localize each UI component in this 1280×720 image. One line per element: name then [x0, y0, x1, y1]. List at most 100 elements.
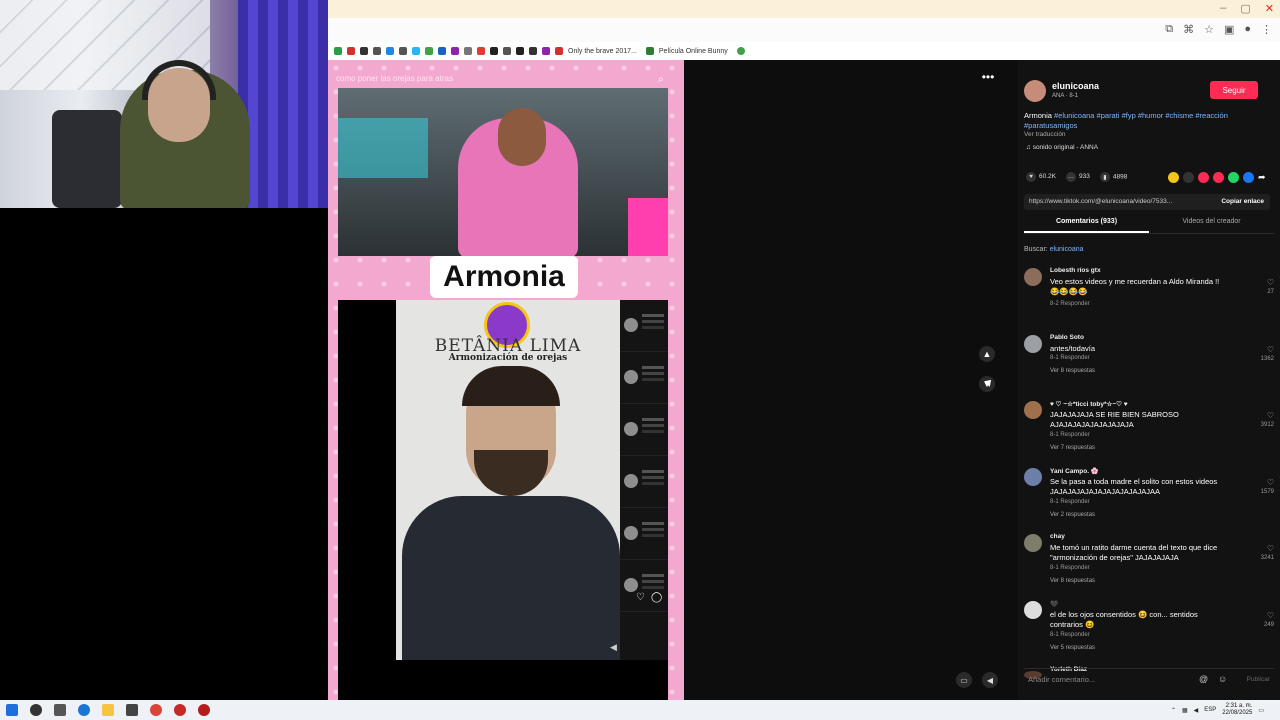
save-stat[interactable]: ▮ 4898: [1099, 172, 1127, 182]
tab-comments[interactable]: Comentarios (933): [1024, 218, 1149, 233]
bookmark-icon[interactable]: [464, 47, 472, 55]
bookmark-star-icon[interactable]: ☆: [1204, 23, 1214, 36]
avatar[interactable]: [1024, 534, 1042, 552]
comment-username[interactable]: 🖤: [1050, 600, 1058, 608]
comment-stat[interactable]: … 933: [1066, 172, 1090, 182]
network-icon[interactable]: ▦: [1182, 707, 1188, 714]
avatar[interactable]: [1024, 80, 1046, 102]
close-icon[interactable]: ✕: [1265, 2, 1274, 15]
facebook-icon[interactable]: [1243, 172, 1254, 183]
view-replies[interactable]: Ver 8 respuestas: [1050, 368, 1095, 374]
bookmark-icon[interactable]: [347, 47, 355, 55]
hashtags[interactable]: #elunicoana #parati #fyp #humor #chisme …: [1024, 111, 1228, 130]
chevron-up-icon[interactable]: ▲: [979, 346, 995, 362]
like-stat[interactable]: ♥ 60.2K: [1026, 172, 1056, 182]
translate-icon[interactable]: ⌘: [1183, 23, 1194, 36]
coin-icon[interactable]: [1168, 172, 1179, 183]
obs-icon[interactable]: [198, 704, 210, 716]
heart-icon[interactable]: ♡: [1267, 278, 1274, 287]
bookmark-icon[interactable]: [451, 47, 459, 55]
heart-icon[interactable]: ♡: [1267, 611, 1274, 620]
notifications-icon[interactable]: ▭: [1258, 707, 1264, 714]
comment-username[interactable]: Yani Campo. 🌸: [1050, 467, 1099, 475]
maximize-icon[interactable]: ▢: [1240, 2, 1250, 15]
send-icon[interactable]: [1198, 172, 1209, 183]
video-player[interactable]: como poner las orejas para atras ⌕ Armon…: [328, 60, 684, 700]
comment-username[interactable]: Pablo Soto: [1050, 334, 1084, 341]
bookmark-icon[interactable]: [334, 47, 342, 55]
bookmark-icon[interactable]: [736, 47, 745, 55]
comment-input[interactable]: Añadir comentario...: [1028, 675, 1095, 684]
comment-meta[interactable]: 8-2 Responder: [1050, 301, 1090, 307]
bookmark-icon[interactable]: [555, 47, 563, 55]
heart-icon[interactable]: ♡: [1267, 478, 1274, 487]
bookmark-icon[interactable]: [477, 47, 485, 55]
windows-start-icon[interactable]: [6, 704, 18, 716]
sound-link[interactable]: ♫ sonido original - ANNA: [1026, 144, 1098, 151]
whatsapp-icon[interactable]: [1228, 172, 1239, 183]
view-replies[interactable]: Ver 2 respuestas: [1050, 512, 1095, 518]
bookmark-icon[interactable]: [503, 47, 511, 55]
pip-icon[interactable]: ▭: [956, 672, 972, 688]
task-view-icon[interactable]: [54, 704, 66, 716]
comment-meta[interactable]: 8-1 Responder: [1050, 355, 1090, 361]
bookmark-icon[interactable]: [645, 47, 654, 55]
bookmark-icon[interactable]: [373, 47, 381, 55]
bookmark-icon[interactable]: [412, 47, 420, 55]
mention-icon[interactable]: @: [1199, 674, 1208, 684]
clock[interactable]: 2:31 a. m. 22/08/2025: [1222, 703, 1252, 717]
volume-icon[interactable]: ◀: [1194, 707, 1199, 714]
search-query[interactable]: elunicoana: [1050, 246, 1084, 253]
avatar[interactable]: [1024, 467, 1042, 486]
follow-button[interactable]: Seguir: [1210, 81, 1258, 99]
comment-username[interactable]: chay: [1050, 533, 1065, 540]
speaker-icon[interactable]: ◀: [982, 672, 998, 688]
bookmark-icon[interactable]: [386, 47, 394, 55]
comment-meta[interactable]: 8-1 Responder: [1050, 432, 1090, 438]
heart-icon[interactable]: ♡: [1267, 345, 1274, 354]
publish-button[interactable]: Publicar: [1247, 676, 1270, 683]
lang-indicator[interactable]: ESP: [1204, 707, 1216, 713]
chrome-active-icon[interactable]: [174, 704, 186, 716]
comment-meta[interactable]: 8-1 Responder: [1050, 499, 1090, 505]
bookmark-icon[interactable]: [516, 47, 524, 55]
share-arrow-icon[interactable]: ➦: [1258, 172, 1269, 183]
avatar[interactable]: [1024, 268, 1042, 286]
chrome-icon[interactable]: [150, 704, 162, 716]
avatar[interactable]: [1024, 401, 1042, 419]
embed-icon[interactable]: [1183, 172, 1194, 183]
repost-icon[interactable]: [1213, 172, 1224, 183]
avatar[interactable]: [1024, 334, 1042, 353]
menu-kebab-icon[interactable]: ⋮: [1261, 23, 1272, 36]
view-replies[interactable]: Ver 7 respuestas: [1050, 445, 1095, 451]
bookmark-icon[interactable]: [438, 47, 446, 55]
bookmark-label[interactable]: Película Online Bunny: [659, 48, 728, 55]
bookmark-icon[interactable]: [425, 47, 433, 55]
comment-username[interactable]: Lobesth ríos gtx: [1050, 267, 1101, 274]
view-replies[interactable]: Ver 5 respuestas: [1050, 645, 1095, 651]
bookmark-icon[interactable]: [360, 47, 368, 55]
avatar[interactable]: [1024, 600, 1042, 619]
profile-icon[interactable]: ●: [1244, 23, 1251, 36]
sound-label[interactable]: sonido original - ANNA: [1033, 144, 1098, 151]
tab-creator-videos[interactable]: Videos del creador: [1149, 218, 1274, 233]
bookmark-icon[interactable]: [399, 47, 407, 55]
comment-username[interactable]: ♥ ♡ ~☆*ticci toby*☆~♡ ♥: [1050, 400, 1128, 408]
heart-icon[interactable]: ♡: [1267, 544, 1274, 553]
bookmark-label[interactable]: Only the brave 2017...: [568, 48, 637, 55]
bookmark-icon[interactable]: [542, 47, 550, 55]
view-replies[interactable]: Ver 8 respuestas: [1050, 578, 1095, 584]
bookmark-icon[interactable]: [490, 47, 498, 55]
file-explorer-icon[interactable]: [102, 704, 114, 716]
copy-link-button[interactable]: Copiar enlace: [1221, 194, 1264, 210]
screen-share-icon[interactable]: ⧉: [1165, 23, 1173, 36]
extensions-icon[interactable]: ▣: [1224, 23, 1234, 36]
heart-icon[interactable]: ♡: [1267, 411, 1274, 420]
minimize-icon[interactable]: –: [1220, 2, 1226, 15]
edge-icon[interactable]: [78, 704, 90, 716]
author-name[interactable]: elunicoana: [1052, 81, 1099, 91]
comment-meta[interactable]: 8-1 Responder: [1050, 565, 1090, 571]
search-icon[interactable]: [30, 704, 42, 716]
chevron-up-icon[interactable]: ⌃: [1171, 707, 1176, 714]
bookmark-icon[interactable]: [529, 47, 537, 55]
